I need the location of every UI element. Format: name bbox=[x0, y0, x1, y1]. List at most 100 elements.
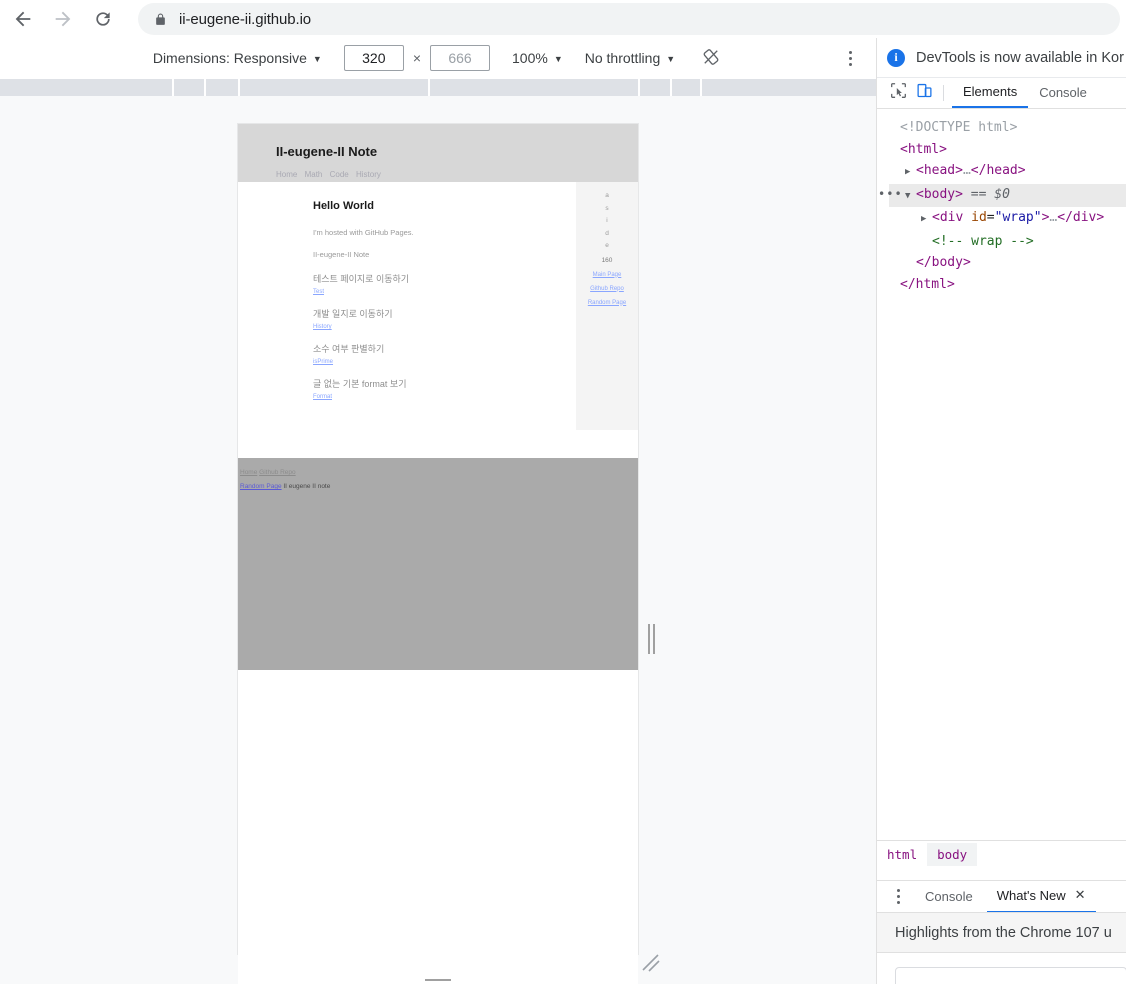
aside-link-github-repo[interactable]: Github Repo bbox=[576, 282, 638, 296]
section-heading-format: 글 없는 기본 format 보기 bbox=[313, 379, 407, 389]
whats-new-headline: Highlights from the Chrome 107 u bbox=[895, 924, 1112, 941]
section-heading-isprime: 소수 여부 판별하기 bbox=[313, 344, 385, 354]
aside-char-s: s bbox=[605, 204, 609, 212]
dom-node-line[interactable]: •••<body> == $0 bbox=[878, 183, 1126, 208]
forward-arrow-icon bbox=[52, 8, 74, 30]
aside-link-random-page[interactable]: Random Page bbox=[576, 296, 638, 310]
dom-node-line[interactable]: </body> bbox=[889, 252, 1126, 274]
aside-char-a: a bbox=[605, 192, 609, 199]
main-heading: Hello World bbox=[313, 200, 374, 212]
section-heading-history: 개발 일지로 이동하기 bbox=[313, 309, 393, 319]
aside-link-main-page[interactable]: Main Page bbox=[576, 268, 638, 282]
reload-button[interactable] bbox=[86, 2, 120, 36]
site-main-content: Hello World I'm hosted with GitHub Pages… bbox=[238, 182, 576, 430]
disclosure-triangle-icon[interactable] bbox=[921, 209, 932, 231]
dimensions-dropdown[interactable]: Dimensions: Responsive ▼ bbox=[153, 50, 322, 66]
rotate-device-button[interactable] bbox=[699, 46, 723, 70]
device-toolbar-more-button[interactable] bbox=[838, 46, 862, 70]
whats-new-card[interactable] bbox=[895, 967, 1126, 984]
site-header: II-eugene-II Note Home Math Code History bbox=[238, 124, 638, 182]
browser-window: ii-eugene-ii.github.io Dimensions: Respo… bbox=[0, 0, 1126, 984]
viewport-ruler[interactable] bbox=[0, 78, 876, 97]
footer-credit-text: II eugene II note bbox=[283, 483, 331, 490]
drawer-tab-console[interactable]: Console bbox=[915, 882, 983, 912]
node-context-dots[interactable]: ••• bbox=[878, 184, 903, 206]
drawer-tab-whats-new[interactable]: What's New ✕ bbox=[986, 880, 1096, 913]
back-arrow-icon bbox=[12, 8, 34, 30]
ruler-tick bbox=[204, 79, 206, 97]
section-heading-test: 테스트 페이지로 이동하기 bbox=[313, 274, 410, 284]
aside-char-e: e bbox=[605, 242, 609, 249]
disclosure-triangle-icon[interactable] bbox=[905, 186, 916, 208]
resize-handle-right[interactable] bbox=[643, 620, 659, 658]
chevron-down-icon: ▼ bbox=[312, 53, 322, 64]
site-footer: Home Github Repo Random Page II eugene I… bbox=[238, 458, 638, 670]
device-emulation-toolbar: Dimensions: Responsive ▼ 320 × 666 100% … bbox=[0, 38, 876, 78]
footer-row-links: Home Github Repo bbox=[240, 466, 638, 480]
disclosure-triangle-icon[interactable] bbox=[905, 162, 916, 184]
footer-link-home[interactable]: Home bbox=[240, 469, 257, 476]
back-button[interactable] bbox=[6, 2, 40, 36]
section-link-history[interactable]: History bbox=[313, 324, 576, 330]
throttling-dropdown[interactable]: No throttling ▼ bbox=[585, 50, 675, 66]
site-aside: a s i d e 160 Main Page Github Repo Rand… bbox=[576, 182, 638, 430]
nav-link-math[interactable]: Math bbox=[305, 170, 323, 179]
zoom-dropdown[interactable]: 100% ▼ bbox=[512, 50, 563, 66]
section-link-format[interactable]: Format bbox=[313, 394, 576, 400]
lock-icon bbox=[154, 11, 168, 27]
tab-console[interactable]: Console bbox=[1028, 79, 1098, 107]
aside-char-i: i bbox=[606, 217, 608, 224]
resize-handle-bottom[interactable] bbox=[238, 970, 638, 984]
info-icon: i bbox=[887, 48, 905, 67]
devtools-banner-text: DevTools is now available in Kor bbox=[916, 49, 1124, 66]
tab-elements[interactable]: Elements bbox=[952, 78, 1029, 108]
aside-number: 160 bbox=[601, 256, 613, 264]
drawer-more-button[interactable] bbox=[885, 889, 911, 904]
dom-node-line[interactable]: <div id="wrap">…</div> bbox=[889, 207, 1126, 231]
dom-node-line[interactable]: <html> bbox=[889, 139, 1126, 161]
dom-node-line[interactable]: </html> bbox=[889, 274, 1126, 296]
close-icon[interactable]: ✕ bbox=[1075, 887, 1086, 903]
drawer-tab-whats-new-label: What's New bbox=[996, 887, 1066, 903]
resize-handle-corner[interactable] bbox=[640, 952, 662, 974]
toggle-device-toolbar-button[interactable] bbox=[911, 81, 937, 105]
nav-link-history[interactable]: History bbox=[356, 170, 381, 179]
site-body: Hello World I'm hosted with GitHub Pages… bbox=[238, 182, 638, 430]
dom-tree[interactable]: <!DOCTYPE html><html><head>…</head>•••<b… bbox=[877, 109, 1126, 295]
footer-link-github-repo[interactable]: Github Repo bbox=[259, 469, 296, 476]
dimensions-separator: × bbox=[412, 50, 422, 66]
content-bottom-gap bbox=[238, 430, 638, 458]
dom-node-line[interactable]: <head>…</head> bbox=[889, 160, 1126, 184]
site-title: II-eugene-II Note bbox=[276, 144, 378, 159]
viewport-width-input[interactable]: 320 bbox=[343, 45, 404, 71]
ruler-tick bbox=[238, 79, 240, 97]
site-nav: Home Math Code History bbox=[276, 170, 600, 179]
devtools-panel: i DevTools is now available in Kor Eleme… bbox=[876, 38, 1126, 984]
viewport-height-input[interactable]: 666 bbox=[430, 45, 491, 71]
toolbar-divider bbox=[943, 85, 944, 101]
inspect-element-button[interactable] bbox=[885, 81, 911, 105]
more-options-icon bbox=[848, 50, 852, 54]
rotate-device-icon bbox=[701, 47, 721, 70]
dom-node-line[interactable]: <!-- wrap --> bbox=[889, 231, 1126, 253]
section-link-isprime[interactable]: isPrime bbox=[313, 359, 576, 365]
breadcrumb-html[interactable]: html bbox=[877, 843, 927, 866]
breadcrumb-body[interactable]: body bbox=[927, 843, 978, 866]
forward-button[interactable] bbox=[46, 2, 80, 36]
nav-link-home[interactable]: Home bbox=[276, 170, 297, 179]
ruler-tick bbox=[428, 79, 430, 97]
section-link-test[interactable]: Test bbox=[313, 289, 576, 295]
dom-node-line[interactable]: <!DOCTYPE html> bbox=[889, 117, 1126, 139]
site-subtitle: II-eugene-II Note bbox=[313, 250, 370, 259]
ruler-tick bbox=[172, 79, 174, 97]
whats-new-content-rest bbox=[877, 952, 1126, 984]
devtools-tabbar: Elements Console bbox=[877, 78, 1126, 109]
device-viewport-stage: II-eugene-II Note Home Math Code History… bbox=[0, 96, 876, 984]
nav-link-code[interactable]: Code bbox=[330, 170, 349, 179]
ruler-tick bbox=[700, 79, 702, 97]
address-bar[interactable]: ii-eugene-ii.github.io bbox=[138, 3, 1120, 35]
footer-link-random-page[interactable]: Random Page bbox=[240, 483, 282, 490]
diagonal-resize-icon bbox=[642, 954, 660, 972]
ruler-tick bbox=[670, 79, 672, 97]
inspect-element-icon bbox=[890, 82, 907, 104]
